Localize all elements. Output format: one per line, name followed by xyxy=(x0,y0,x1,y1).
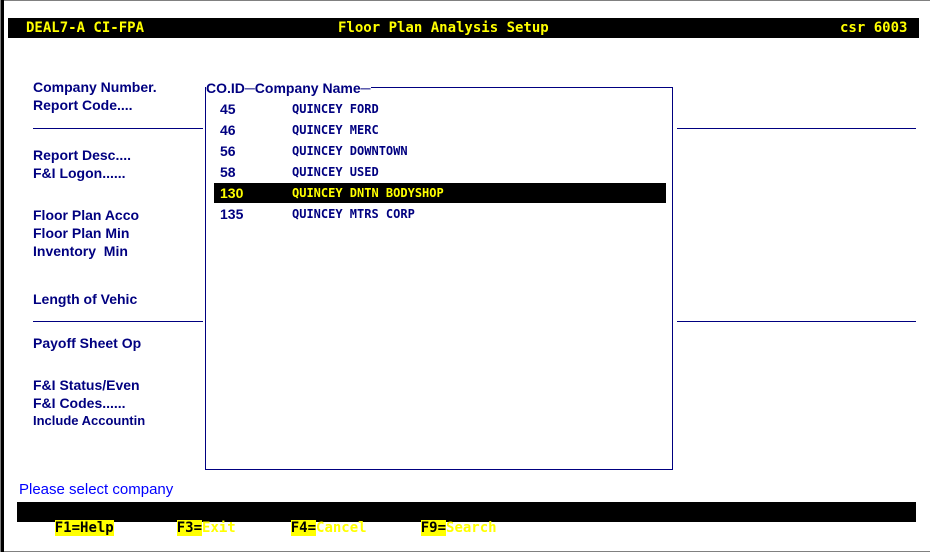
divider xyxy=(33,321,203,322)
f3-exit-button[interactable]: F3=Exit xyxy=(143,504,236,536)
popup-column-header: CO.ID─Company Name─ xyxy=(206,79,371,97)
function-key-bar: F1=Help F3=Exit F4=Cancel F9=Search xyxy=(17,502,916,536)
status-message: Please select company xyxy=(19,481,174,498)
company-id: 135 xyxy=(220,206,244,222)
f1-label: Help xyxy=(80,520,114,536)
label-report-code: Report Code.... xyxy=(33,97,133,113)
company-id: 46 xyxy=(220,122,236,138)
divider xyxy=(677,128,916,129)
company-name: QUINCEY USED xyxy=(292,165,379,179)
company-name: QUINCEY MTRS CORP xyxy=(292,207,415,221)
label-fi-logon: F&I Logon...... xyxy=(33,165,126,181)
company-row[interactable]: 56 QUINCEY DOWNTOWN xyxy=(214,141,666,161)
program-id: DEAL7-A CI-FPA xyxy=(26,20,145,36)
company-row[interactable]: 46 QUINCEY MERC xyxy=(214,120,666,140)
window-left-border xyxy=(1,0,4,552)
company-row[interactable]: 58 QUINCEY USED xyxy=(214,162,666,182)
f1-help-button[interactable]: F1=Help xyxy=(21,504,114,536)
company-row[interactable]: 45 QUINCEY FORD xyxy=(214,99,666,119)
company-id: 58 xyxy=(220,164,236,180)
company-name: QUINCEY MERC xyxy=(292,123,379,137)
company-id: 45 xyxy=(220,101,236,117)
f4-key: F4= xyxy=(290,520,317,536)
label-report-desc: Report Desc.... xyxy=(33,147,132,163)
f4-label: Cancel xyxy=(316,520,367,536)
f3-key: F3= xyxy=(176,520,203,536)
label-inventory-min: Inventory Min xyxy=(33,243,128,259)
label-fi-status-event: F&I Status/Even xyxy=(33,377,140,393)
company-name: QUINCEY FORD xyxy=(292,102,379,116)
f9-label: Search xyxy=(446,520,497,536)
label-company-number: Company Number. xyxy=(33,79,157,95)
label-length-of-vehicle: Length of Vehic xyxy=(33,291,138,307)
company-row[interactable]: 135 QUINCEY MTRS CORP xyxy=(214,204,666,224)
label-fi-codes: F&I Codes...... xyxy=(33,395,126,411)
f3-label: Exit xyxy=(202,520,236,536)
f4-cancel-button[interactable]: F4=Cancel xyxy=(257,504,367,536)
company-id: 56 xyxy=(220,143,236,159)
company-name: QUINCEY DNTN BODYSHOP xyxy=(292,186,444,200)
label-floor-plan-account: Floor Plan Acco xyxy=(33,207,140,223)
page-title: Floor Plan Analysis Setup xyxy=(338,20,549,36)
f9-search-button[interactable]: F9=Search xyxy=(387,504,497,536)
divider xyxy=(677,321,916,322)
divider xyxy=(33,128,203,129)
csr-id: csr 6003 xyxy=(840,20,908,36)
company-row-selected[interactable]: 130 QUINCEY DNTN BODYSHOP xyxy=(214,183,666,203)
f9-key: F9= xyxy=(420,520,447,536)
f1-key: F1= xyxy=(54,520,81,536)
label-include-accounting: Include Accountin xyxy=(33,413,146,428)
label-floor-plan-min: Floor Plan Min xyxy=(33,225,130,241)
company-select-popup: CO.ID─Company Name─ 45 QUINCEY FORD 46 Q… xyxy=(205,79,673,470)
title-bar: DEAL7-A CI-FPA Floor Plan Analysis Setup… xyxy=(8,18,919,38)
company-name: QUINCEY DOWNTOWN xyxy=(292,144,408,158)
company-id: 130 xyxy=(220,185,244,201)
label-payoff-sheet: Payoff Sheet Op xyxy=(33,335,142,351)
